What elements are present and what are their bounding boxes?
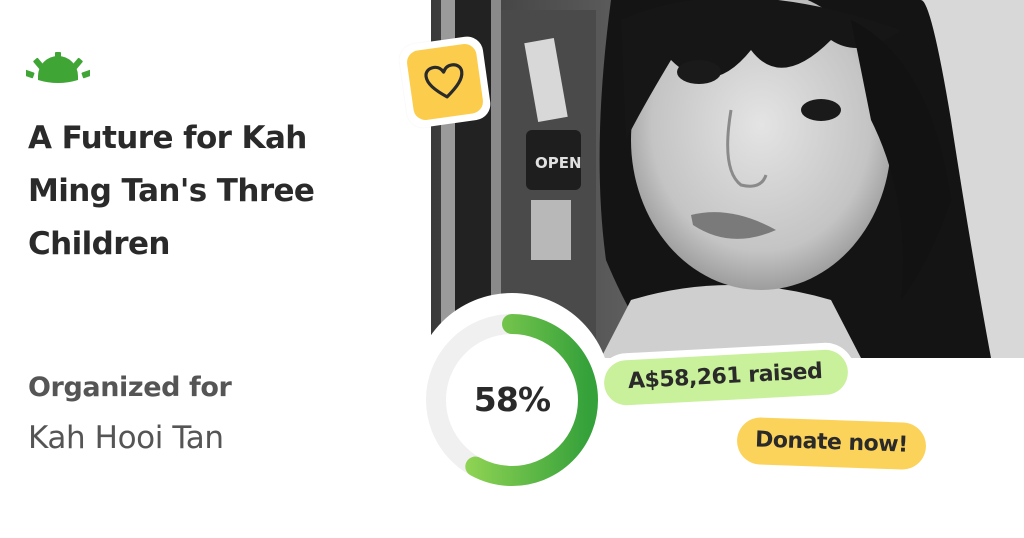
donate-now-label: Donate now!: [736, 416, 927, 471]
donate-now-button[interactable]: Donate now!: [728, 409, 934, 478]
svg-text:OPEN: OPEN: [535, 154, 582, 172]
organized-for-label: Organized for: [28, 372, 232, 403]
campaign-title: A Future for Kah Ming Tan's Three Childr…: [28, 120, 315, 262]
sunrise-logo-icon: [26, 52, 90, 83]
progress-ring: 58%: [413, 293, 611, 491]
amount-raised-label: A$58,261 raised: [602, 348, 850, 407]
amount-raised-badge: A$58,261 raised: [595, 341, 857, 414]
progress-percent: 58%: [473, 379, 551, 419]
heart-badge[interactable]: [397, 34, 493, 130]
organizer-name: Kah Hooi Tan: [28, 420, 224, 456]
heart-icon: [424, 63, 464, 99]
